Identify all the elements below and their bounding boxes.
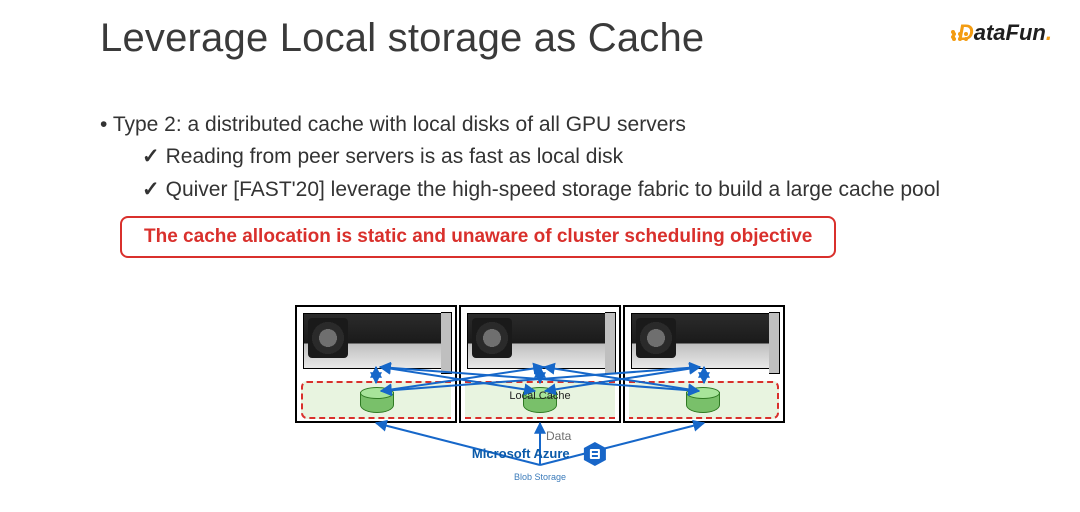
callout-box: The cache allocation is static and unawa… <box>120 216 836 258</box>
azure-blob-icon <box>582 441 608 467</box>
gpu-server-3 <box>623 305 785 423</box>
disk-icon <box>686 387 720 413</box>
bullet-sub-2: Quiver [FAST'20] leverage the high-speed… <box>142 175 1020 205</box>
disk-icon <box>523 387 557 413</box>
logo-dot: . <box>1046 20 1052 45</box>
bullet-main: Type 2: a distributed cache with local d… <box>100 110 1020 140</box>
logo-rest: ataFun <box>974 20 1046 45</box>
gpu-server-2: Local Cache <box>459 305 621 423</box>
gpu-card-icon <box>631 313 777 369</box>
datafun-logo: DataFun. <box>950 20 1052 46</box>
local-cache-segment <box>465 381 615 419</box>
logo-letter-d: D <box>958 20 974 45</box>
disk-icon <box>360 387 394 413</box>
blob-storage-label: Microsoft Azure Blob Storage <box>472 445 608 484</box>
logo-dots-icon <box>950 29 956 40</box>
gpu-card-icon <box>303 313 449 369</box>
bullet-list: Type 2: a distributed cache with local d… <box>100 110 1020 207</box>
gpu-card-icon <box>467 313 613 369</box>
local-cache-segment <box>629 381 779 419</box>
architecture-diagram: Local Cache <box>295 305 785 485</box>
slide: Leverage Local storage as Cache DataFun.… <box>0 0 1080 512</box>
slide-title: Leverage Local storage as Cache <box>100 16 704 61</box>
local-cache-segment <box>301 381 451 419</box>
bullet-sub-1: Reading from peer servers is as fast as … <box>142 142 1020 172</box>
gpu-server-1 <box>295 305 457 423</box>
blob-storage: Microsoft Azure Blob Storage <box>472 441 608 485</box>
